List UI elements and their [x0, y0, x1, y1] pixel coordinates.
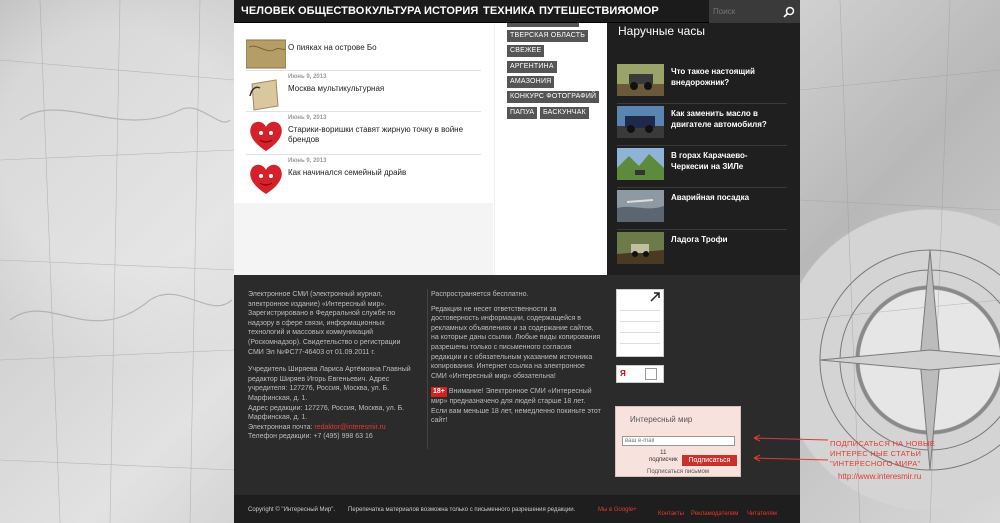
- search-icon[interactable]: [783, 5, 795, 23]
- subscriber-count-label: подписчик: [649, 457, 678, 463]
- bottom-bar: Copyright © "Интересный Мир". Перепечатк…: [234, 495, 800, 523]
- sidebar-post[interactable]: Аварийная посадка: [617, 190, 787, 230]
- top-navigation: ЧЕЛОВЕК ОБЩЕСТВО КУЛЬТУРА ИСТОРИЯ ТЕХНИК…: [234, 0, 800, 23]
- tag-item[interactable]: АРГЕНТИНА: [507, 61, 557, 73]
- copyright-text: Copyright © "Интересный Мир".: [248, 507, 336, 513]
- list-item[interactable]: Июнь 9, 2013 Старики-воришки ставят жирн…: [246, 113, 481, 155]
- post-title[interactable]: Старики-воришки ставят жирную точку в во…: [288, 125, 478, 145]
- sidebar-post-title[interactable]: В горах Карачаево-Черкесии на ЗИЛе: [671, 150, 785, 172]
- subscriber-count: 11 подписчик: [649, 450, 678, 464]
- subscriber-count-value: 11: [660, 450, 667, 456]
- tag-item[interactable]: ПАПУА: [507, 107, 538, 119]
- offroad-car-thumbnail[interactable]: [617, 64, 664, 96]
- email-label: Электронная почта:: [248, 423, 313, 431]
- mountains-thumbnail[interactable]: [617, 148, 664, 180]
- tag-item[interactable]: СВЕЖЕЕ: [507, 45, 545, 57]
- founder-text: Учредитель Ширяева Лариса Артёмовна Глав…: [248, 366, 411, 402]
- search-input[interactable]: [713, 4, 777, 19]
- editorial-address: Адрес редакции: 127276, Россия, Москва, …: [248, 404, 405, 422]
- editorial-phone: Телефон редакции: +7 (495) 998 63 16: [248, 433, 373, 441]
- heart-thumbnail[interactable]: [246, 162, 286, 196]
- tag-cut: [507, 23, 579, 27]
- nav-item-tekhnika[interactable]: ТЕХНИКА: [483, 5, 536, 17]
- paper-thumbnail[interactable]: [246, 78, 286, 112]
- search-box: [709, 0, 800, 23]
- liveinternet-counter[interactable]: [616, 289, 664, 357]
- recent-posts-list: О пияках на острове Бо Июнь 9, 2013 Моск…: [234, 23, 494, 203]
- disclaimer-text: Редакция не несет ответственности за дос…: [431, 305, 601, 380]
- subscribe-button[interactable]: Подписаться: [682, 455, 737, 466]
- post-date: Июнь 9, 2013: [288, 115, 327, 121]
- footer-link-contacts[interactable]: Контакты: [658, 511, 684, 517]
- tag-item[interactable]: ТВЕРСКАЯ ОБЛАСТЬ: [507, 30, 589, 42]
- age-warning-text: Внимание! Электронное СМИ «Интересный ми…: [431, 388, 601, 425]
- footer-link-advertisers[interactable]: Рекламодателям: [691, 511, 738, 517]
- age-badge: 18+: [431, 387, 447, 397]
- site-url-annotation[interactable]: http://www.interesmir.ru: [838, 472, 921, 481]
- tag-item[interactable]: БАСКУНЧАК: [540, 107, 589, 119]
- sidebar-post[interactable]: Что такое настоящий внедорожник?: [617, 64, 787, 104]
- footer-disclaimer: Распространяется бесплатно. Редакция не …: [431, 290, 601, 426]
- subscribe-by-email-link[interactable]: Подписаться письмом: [616, 469, 740, 475]
- site-footer: Электронное СМИ (электронный журнал, эле…: [234, 275, 800, 495]
- yandex-logo-icon: Я: [620, 369, 626, 378]
- list-item[interactable]: Июнь 9, 2013 Москва мультикультурная: [246, 72, 481, 112]
- main-content: О пияках на острове Бо Июнь 9, 2013 Моск…: [234, 23, 800, 275]
- registration-text: Электронное СМИ (электронный журнал, эле…: [248, 291, 401, 356]
- footer-divider: [427, 289, 428, 449]
- subscribe-widget: Интересный мир 11 подписчик Подписаться …: [615, 406, 741, 477]
- post-date: Июнь 9, 2013: [288, 74, 327, 80]
- sidebar-title[interactable]: Наручные часы: [618, 24, 705, 38]
- nav-item-istoriya[interactable]: ИСТОРИЯ: [424, 5, 478, 17]
- landing-thumbnail[interactable]: [617, 190, 664, 222]
- arrow-icon: [650, 292, 660, 302]
- site-container: ЧЕЛОВЕК ОБЩЕСТВО КУЛЬТУРА ИСТОРИЯ ТЕХНИК…: [234, 0, 800, 523]
- sidebar-post-title[interactable]: Что такое настоящий внедорожник?: [671, 66, 785, 88]
- sidebar-post[interactable]: Как заменить масло в двигателе автомобил…: [617, 106, 787, 146]
- sidebar-post-title[interactable]: Ладога Трофи: [671, 234, 785, 245]
- sidebar-post-title[interactable]: Аварийная посадка: [671, 192, 785, 203]
- footer-link-readers[interactable]: Читателям: [747, 511, 777, 517]
- nav-item-chelovek[interactable]: ЧЕЛОВЕК: [241, 5, 295, 17]
- reprint-notice: Перепечатка материалов возможна только с…: [348, 507, 576, 513]
- ladoga-trophy-thumbnail[interactable]: [617, 232, 664, 264]
- map-thumbnail[interactable]: [245, 37, 287, 71]
- free-distribution-text: Распространяется бесплатно.: [431, 291, 529, 298]
- list-item[interactable]: О пияках на острове Бо: [245, 31, 481, 71]
- google-plus-link[interactable]: Мы в Google+: [598, 507, 637, 513]
- sidebar-post[interactable]: Ладога Трофи: [617, 232, 787, 272]
- heart-thumbnail[interactable]: [246, 119, 286, 153]
- yandex-counter[interactable]: Я: [616, 365, 664, 383]
- footer-legal-info: Электронное СМИ (электронный журнал, эле…: [248, 290, 418, 442]
- sidebar-post-title[interactable]: Как заменить масло в двигателе автомобил…: [671, 108, 785, 130]
- sidebar-post[interactable]: В горах Карачаево-Черкесии на ЗИЛе: [617, 148, 787, 188]
- car-engine-thumbnail[interactable]: [617, 106, 664, 138]
- annotation-arrow-icon: [753, 434, 829, 462]
- post-date: Июнь 9, 2013: [288, 158, 327, 164]
- content-footer-strip: [234, 203, 493, 275]
- subscribe-annotation: ПОДПИСАТЬСЯ НА НОВЫЕ ИНТЕРЕС НЫЕ СТАТЬИ …: [830, 439, 936, 468]
- sidebar: Наручные часы Что такое настоящий внедор…: [607, 23, 800, 275]
- email-link[interactable]: redaktor@interesmir.ru: [314, 424, 385, 431]
- post-title[interactable]: Москва мультикультурная: [288, 84, 478, 94]
- nav-item-kultura[interactable]: КУЛЬТУРА: [365, 5, 422, 17]
- list-item[interactable]: Июнь 9, 2013 Как начинался семейный драй…: [246, 156, 481, 194]
- tag-item[interactable]: КОНКУРС ФОТОГРАФИЙ: [507, 91, 600, 103]
- nav-item-yumor[interactable]: ЮМОР: [622, 5, 659, 17]
- post-title[interactable]: О пияках на острове Бо: [288, 43, 478, 53]
- tag-item[interactable]: АМАЗОНИЯ: [507, 76, 555, 88]
- nav-item-puteshestviya[interactable]: ПУТЕШЕСТВИЯ: [539, 5, 625, 17]
- tag-cloud: ТВЕРСКАЯ ОБЛАСТЬ СВЕЖЕЕ АРГЕНТИНА АМАЗОН…: [494, 23, 607, 275]
- subscribe-title: Интересный мир: [630, 415, 693, 424]
- post-title[interactable]: Как начинался семейный драйв: [288, 168, 478, 178]
- nav-item-obshchestvo[interactable]: ОБЩЕСТВО: [298, 5, 364, 17]
- counter-box: [645, 368, 657, 380]
- email-field[interactable]: [622, 436, 735, 446]
